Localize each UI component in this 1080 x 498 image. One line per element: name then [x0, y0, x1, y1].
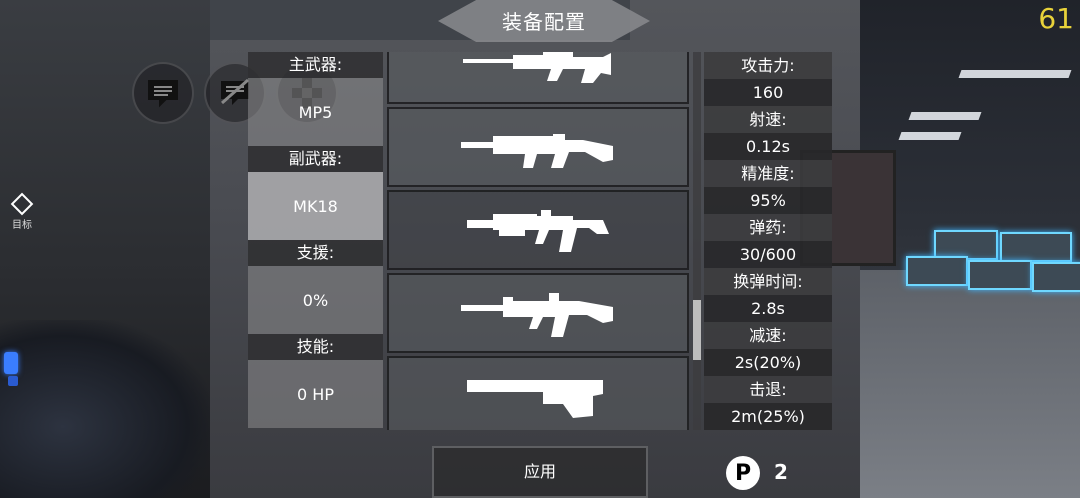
points-value: 2: [774, 460, 788, 484]
carbine-icon: [467, 210, 609, 252]
scene-crate: [906, 256, 968, 286]
ceiling-light: [958, 70, 1072, 78]
weapon-card-battle-rifle[interactable]: [387, 107, 689, 187]
player-character: [0, 320, 210, 498]
stat-value-slow: 2s(20%): [704, 349, 832, 376]
weapon-card-carbine[interactable]: [387, 190, 689, 270]
stat-value-ammo: 30/600: [704, 241, 832, 268]
launcher-icon: [467, 380, 603, 418]
scene-floor: [860, 270, 1080, 498]
points-symbol: P: [734, 460, 752, 486]
scene-crate: [1032, 262, 1080, 292]
stat-label-reload-time: 换弹时间:: [704, 268, 832, 295]
primary-weapon-slot[interactable]: MP5: [248, 78, 383, 146]
ceiling-light: [908, 112, 982, 120]
apply-button[interactable]: 应用: [432, 446, 648, 498]
primary-weapon-header: 主武器:: [248, 52, 383, 78]
stat-label-slow: 减速:: [704, 322, 832, 349]
scene-crate: [1000, 232, 1072, 262]
stat-label-knockback: 击退:: [704, 376, 832, 403]
scene-crate: [968, 260, 1032, 290]
player-armor-light: [8, 376, 18, 386]
points-icon: P: [726, 456, 760, 490]
loadout-slots: 主武器: MP5 副武器: MK18 支援: 0% 技能: 0 HP: [248, 52, 383, 428]
support-header: 支援:: [248, 240, 383, 266]
skill-header: 技能:: [248, 334, 383, 360]
support-slot[interactable]: 0%: [248, 266, 383, 334]
fps-counter: 61: [1038, 2, 1074, 35]
stat-value-knockback: 2m(25%): [704, 403, 832, 430]
objective-marker: 目标: [10, 192, 34, 231]
player-armor-light: [4, 352, 18, 374]
chat-off-icon: [221, 78, 249, 105]
weapon-card-sniper[interactable]: [387, 52, 689, 104]
weapon-card-assault-rifle[interactable]: [387, 273, 689, 353]
objective-label: 目标: [12, 220, 32, 231]
stat-label-accuracy: 精准度:: [704, 160, 832, 187]
battle-rifle-icon: [461, 134, 613, 168]
stat-value-reload-time: 2.8s: [704, 295, 832, 322]
ceiling-light: [898, 132, 962, 140]
page-title: 装备配置: [502, 10, 586, 34]
weapon-list-scrollbar[interactable]: [693, 52, 701, 430]
stat-value-damage: 160: [704, 79, 832, 106]
chat-button[interactable]: [132, 62, 194, 124]
sniper-rifle-icon: [463, 52, 611, 83]
weapon-list[interactable]: [387, 52, 689, 430]
chat-icon: [148, 80, 178, 108]
skill-slot[interactable]: 0 HP: [248, 360, 383, 428]
stat-label-damage: 攻击力:: [704, 52, 832, 79]
weapon-card-launcher[interactable]: [387, 356, 689, 430]
stat-value-fire-rate: 0.12s: [704, 133, 832, 160]
stat-value-accuracy: 95%: [704, 187, 832, 214]
secondary-weapon-header: 副武器:: [248, 146, 383, 172]
stat-label-ammo: 弹药:: [704, 214, 832, 241]
weapon-stats: 攻击力: 160 射速: 0.12s 精准度: 95% 弹药: 30/600 换…: [704, 52, 832, 430]
secondary-weapon-slot[interactable]: MK18: [248, 172, 383, 240]
stat-label-fire-rate: 射速:: [704, 106, 832, 133]
diamond-icon: [10, 192, 34, 216]
weapon-list-scroll-thumb[interactable]: [693, 300, 701, 360]
assault-rifle-icon: [461, 293, 613, 337]
